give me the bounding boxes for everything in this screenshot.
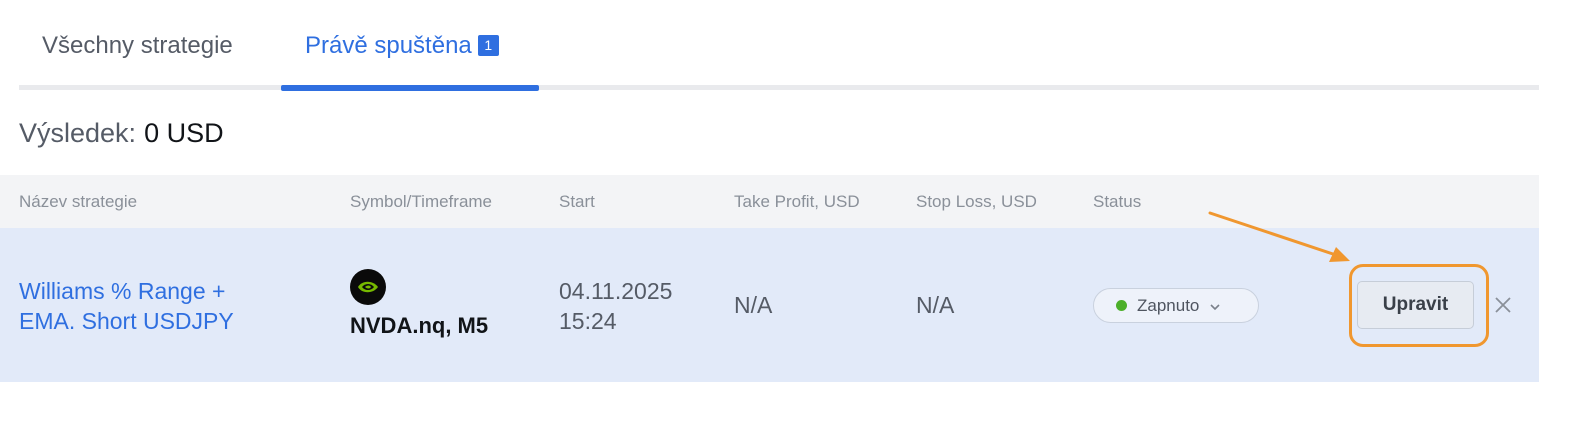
stop-loss-value: N/A: [916, 292, 955, 318]
start-datetime: 04.11.2025 15:24: [559, 276, 672, 336]
chevron-down-icon: [1209, 300, 1221, 312]
tab-running-count-badge: 1: [477, 35, 499, 56]
start-time: 15:24: [559, 308, 617, 334]
tab-running-label: Právě spuštěna: [305, 32, 472, 59]
status-on-dot-icon: [1116, 300, 1127, 311]
tab-track: [19, 85, 1539, 90]
column-header-stop-loss: Stop Loss, USD: [916, 192, 1037, 211]
tab-all-strategies[interactable]: Všechny strategie: [42, 30, 233, 62]
status-dropdown[interactable]: Zapnuto: [1093, 288, 1259, 323]
column-header-strategy-name: Název strategie: [19, 192, 138, 211]
tab-all-strategies-label: Všechny strategie: [42, 32, 233, 59]
column-header-take-profit: Take Profit, USD: [734, 192, 860, 211]
annotation-arrow-icon: [1208, 211, 1350, 262]
column-header-status: Status: [1093, 192, 1142, 211]
strategy-name-link[interactable]: Williams % Range + EMA. Short USDJPY: [19, 276, 279, 336]
status-value: Zapnuto: [1137, 295, 1200, 315]
result-label: Výsledek:: [19, 118, 137, 148]
result-summary: Výsledek: 0 USD: [19, 116, 224, 150]
column-header-start: Start: [559, 192, 595, 211]
active-tab-indicator: [281, 85, 539, 91]
take-profit-value: N/A: [734, 292, 773, 318]
close-icon[interactable]: [1491, 293, 1515, 317]
symbol-timeframe: NVDA.nq, M5: [350, 313, 489, 338]
strategies-page: Všechny strategie Právě spuštěna 1 Výsled…: [0, 0, 1584, 436]
edit-button[interactable]: Upravit: [1357, 281, 1474, 329]
result-value: 0 USD: [144, 118, 224, 148]
strategy-name-line-1: Williams % Range +: [19, 278, 226, 304]
strategy-name-line-2: EMA. Short USDJPY: [19, 308, 234, 334]
tab-running[interactable]: Právě spuštěna 1: [305, 30, 499, 62]
strategy-tabs: Všechny strategie Právě spuštěna 1: [19, 0, 1539, 92]
nvidia-logo-icon: [350, 269, 386, 305]
column-header-symbol-timeframe: Symbol/Timeframe: [350, 192, 493, 211]
start-date: 04.11.2025: [559, 278, 673, 304]
